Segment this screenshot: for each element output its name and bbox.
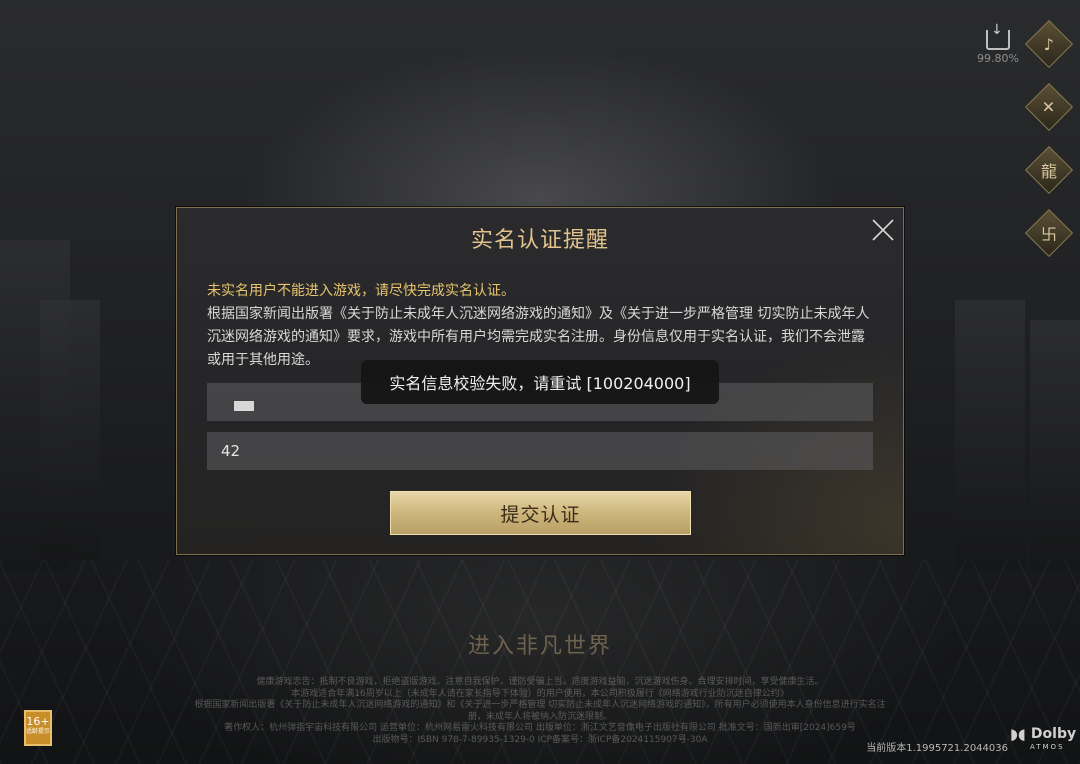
background-pillar-right-edge <box>1030 320 1080 570</box>
legal-line: 健康游戏忠告：抵制不良游戏，拒绝盗版游戏。注意自我保护，谨防受骗上当。适度游戏益… <box>256 677 824 687</box>
background-pillar-right <box>955 300 1025 570</box>
legal-line: 本游戏适合年满16周岁以上（未成年人请在家长指导下体验）的用户使用，本公司积极履… <box>291 688 789 699</box>
modal-title: 实名认证提醒 <box>470 228 609 253</box>
id-number-input[interactable] <box>207 432 873 470</box>
legal-line: 出版物号：ISBN 978-7-89935-1329-0 ICP备案号：浙ICP… <box>372 734 708 745</box>
download-percent: 99.80% <box>977 52 1019 65</box>
download-status[interactable]: 99.80% <box>975 22 1021 65</box>
legal-notice: 健康游戏忠告：抵制不良游戏，拒绝盗版游戏。注意自我保护，谨防受骗上当。适度游戏益… <box>190 677 890 746</box>
legal-line: 根据国家新闻出版署《关于防止未成年人沉迷网络游戏的通知》和《关于进一步严格管理 … <box>194 700 886 722</box>
age-rating-value: 16+ <box>26 715 50 728</box>
age-rating-sub: 适龄提示 <box>26 728 51 735</box>
version-text: 当前版本1.1995721.2044036 <box>866 743 1008 754</box>
age-rating-badge[interactable]: 16+ 适龄提示 <box>24 710 52 746</box>
dolby-icon: ◗◖ <box>1010 724 1026 743</box>
submit-button[interactable]: 提交认证 <box>390 491 691 535</box>
legal-line: 著作权人：杭州弹指宇宙科技有限公司 运营单位：杭州网易雷火科技有限公司 出版单位… <box>224 723 856 733</box>
dolby-text: Dolby <box>1030 725 1077 742</box>
close-icon <box>872 219 894 241</box>
close-button[interactable] <box>869 216 897 244</box>
error-toast: 实名信息校验失败，请重试 [100204000] <box>361 360 719 404</box>
toast-message: 实名信息校验失败，请重试 [100204000] <box>389 374 691 393</box>
background-pillar-left-inner <box>40 300 100 560</box>
download-icon <box>986 22 1010 50</box>
warning-text: 未实名用户不能进入游戏，请尽快完成实名认证。 <box>207 283 515 299</box>
name-redaction <box>234 401 254 411</box>
dolby-logo: ◗◖ Dolby ATMOS <box>1010 723 1076 751</box>
enter-world-text: 进入非凡世界 <box>467 634 612 659</box>
dolby-sub: ATMOS <box>1030 742 1065 751</box>
